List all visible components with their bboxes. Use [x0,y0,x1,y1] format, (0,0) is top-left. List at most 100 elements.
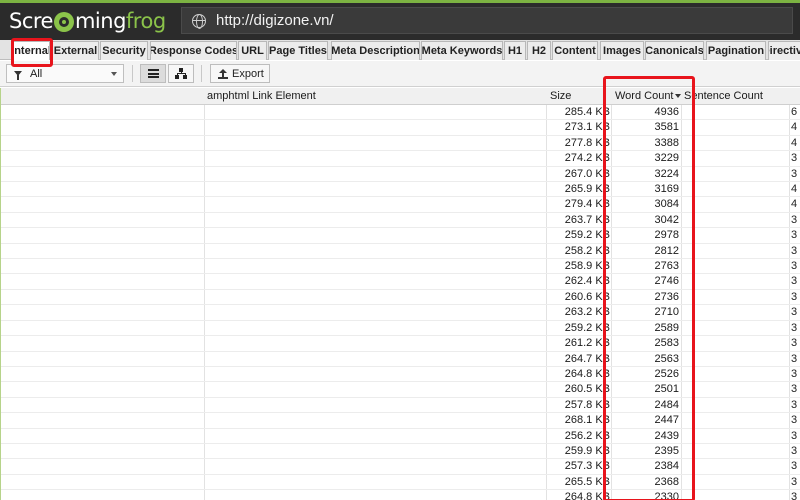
column-header-word-count[interactable]: Word Count [615,88,681,105]
size-cell: 261.2 KB [564,337,610,350]
sentence-count-cell: 3 [791,167,798,180]
size-cell: 260.6 KB [564,290,610,303]
table-row[interactable]: 277.8 KB 3388 4 [1,136,800,152]
table-row[interactable]: 259.2 KB 2589 3 [1,321,800,337]
sentence-count-cell: 3 [791,398,798,411]
table-row[interactable]: 263.7 KB 3042 3 [1,213,800,229]
table-row[interactable]: 268.1 KB 2447 3 [1,413,800,429]
column-header-label: amphtml Link Element [207,90,316,102]
url-input[interactable]: http://digizone.vn/ [181,7,793,34]
tab-meta-keywords[interactable]: Meta Keywords [421,41,503,60]
table-row[interactable]: 285.4 KB 4936 6 [1,105,800,121]
tab-page-titles[interactable]: Page Titles [268,41,328,60]
table-row[interactable]: 279.4 KB 3084 4 [1,197,800,213]
tab-label: Meta Description [331,45,420,57]
tab-internal[interactable]: Internal [12,41,50,60]
size-cell: 257.8 KB [564,398,610,411]
sentence-count-cell: 3 [791,337,798,350]
size-cell: 265.9 KB [564,183,610,196]
table-row[interactable]: 262.4 KB 2746 3 [1,274,800,290]
size-cell: 256.2 KB [564,429,610,442]
chevron-down-icon [111,72,117,76]
table-header: amphtml Link Element Size Word Count Sen… [1,88,800,105]
frog-eye-icon [53,12,74,32]
table-row[interactable]: 267.0 KB 3224 3 [1,167,800,183]
tab-label: H2 [531,45,547,57]
table-row[interactable]: 259.9 KB 2395 3 [1,444,800,460]
word-count-cell: 3224 [654,167,679,180]
sentence-count-cell: 4 [791,183,798,196]
tab-security[interactable]: Security [100,41,148,60]
column-header-label: Word Count [615,90,674,102]
table-row[interactable]: 265.9 KB 3169 4 [1,182,800,198]
tab-images[interactable]: Images [600,41,644,60]
table-row[interactable]: 273.1 KB 3581 4 [1,120,800,136]
tab-label: Content [554,45,596,57]
size-cell: 264.8 KB [564,367,610,380]
tab-label: Directives [769,45,800,57]
table-row[interactable]: 264.8 KB 2330 3 [1,490,800,500]
tab-directives[interactable]: Directives [768,41,800,60]
export-button[interactable]: Export [210,64,270,83]
word-count-cell: 2589 [654,321,679,334]
sentence-count-cell: 3 [791,275,798,288]
word-count-cell: 3581 [654,121,679,134]
tab-meta-description[interactable]: Meta Description [331,41,420,60]
table-row[interactable]: 264.8 KB 2526 3 [1,367,800,383]
word-count-cell: 2812 [654,244,679,257]
sentence-count-cell: 3 [791,460,798,473]
word-count-cell: 3169 [654,183,679,196]
table-row[interactable]: 259.2 KB 2978 3 [1,228,800,244]
column-header-amphtml[interactable]: amphtml Link Element [207,88,542,105]
data-table: amphtml Link Element Size Word Count Sen… [0,88,800,500]
tab-label: Canonicals [645,45,704,57]
size-cell: 264.8 KB [564,491,610,500]
size-cell: 264.7 KB [564,352,610,365]
globe-icon [192,13,206,29]
table-row[interactable]: 256.2 KB 2439 3 [1,429,800,444]
size-cell: 268.1 KB [564,414,610,427]
tab-label: H1 [507,45,523,57]
toolbar-separator [201,65,202,82]
tab-url[interactable]: URL [238,41,267,60]
table-row[interactable]: 260.6 KB 2736 3 [1,290,800,306]
tab-canonicals[interactable]: Canonicals [645,41,704,60]
table-row[interactable]: 264.7 KB 2563 3 [1,352,800,367]
tree-view-button[interactable] [168,64,194,83]
table-row[interactable]: 257.8 KB 2484 3 [1,398,800,414]
logo-text-start: Scre [9,9,53,33]
tab-label: Internal [12,45,50,57]
table-row[interactable]: 257.3 KB 2384 3 [1,459,800,475]
list-view-button[interactable] [140,64,166,83]
word-count-cell: 3042 [654,213,679,226]
tab-pagination[interactable]: Pagination [706,41,766,60]
url-text: http://digizone.vn/ [216,12,334,29]
word-count-cell: 2384 [654,460,679,473]
word-count-cell: 2368 [654,475,679,488]
tab-external[interactable]: External [52,41,99,60]
tab-h2[interactable]: H2 [527,41,551,60]
table-row[interactable]: 274.2 KB 3229 3 [1,151,800,167]
tab-content[interactable]: Content [552,41,598,60]
table-row[interactable]: 260.5 KB 2501 3 [1,382,800,398]
table-row[interactable]: 258.2 KB 2812 3 [1,244,800,260]
table-row[interactable]: 261.2 KB 2583 3 [1,336,800,352]
column-header-size[interactable]: Size [550,88,610,105]
tab-response-codes[interactable]: Response Codes [150,41,237,60]
filter-dropdown[interactable]: All [6,64,124,83]
tab-h1[interactable]: H1 [504,41,526,60]
size-cell: 259.2 KB [564,229,610,242]
word-count-cell: 2484 [654,398,679,411]
size-cell: 262.4 KB [564,275,610,288]
word-count-cell: 3229 [654,152,679,165]
size-cell: 259.9 KB [564,444,610,457]
table-row[interactable]: 263.2 KB 2710 3 [1,305,800,321]
word-count-cell: 2978 [654,229,679,242]
table-row[interactable]: 265.5 KB 2368 3 [1,475,800,491]
sentence-count-cell: 3 [791,429,798,442]
app-header: Scre ming frog http://digizone.vn/ [0,0,800,40]
column-header-sentence-count[interactable]: Sentence Count [684,88,794,105]
table-row[interactable]: 258.9 KB 2763 3 [1,259,800,275]
word-count-cell: 2439 [654,429,679,442]
size-cell: 277.8 KB [564,136,610,149]
